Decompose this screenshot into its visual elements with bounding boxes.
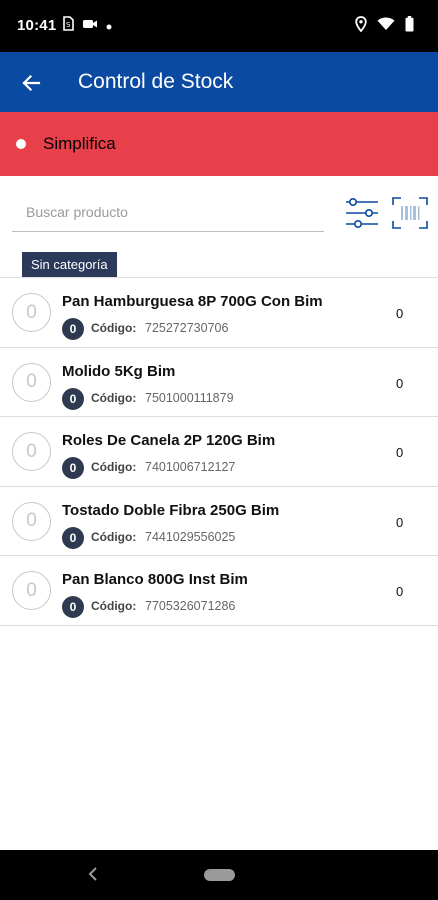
sliders-icon	[346, 197, 378, 228]
product-row[interactable]: 0 Pan Hamburguesa 8P 700G Con Bim 0 Códi…	[0, 278, 438, 348]
product-name: Tostado Doble Fibra 250G Bim	[62, 501, 280, 519]
code-badge: 0	[62, 318, 84, 340]
product-name: Roles De Canela 2P 120G Bim	[62, 432, 276, 450]
qty-circle[interactable]: 0	[12, 362, 51, 402]
code-badge: 0	[62, 387, 84, 410]
app-bar: Control de Stock	[0, 52, 438, 112]
wifi-icon	[377, 17, 395, 36]
arrow-back-icon	[22, 74, 41, 92]
qty-circle[interactable]: 0	[12, 432, 51, 472]
product-name: Pan Blanco 800G Inst Bim	[62, 571, 248, 589]
stock-value: 0	[396, 375, 404, 391]
barcode-scan-button[interactable]	[392, 196, 428, 230]
qty-circle[interactable]: 0	[12, 293, 51, 332]
battery-icon	[405, 16, 414, 37]
stock-value: 0	[396, 306, 404, 321]
code-value: 7401006712127	[145, 460, 236, 475]
company-name: Simplifica	[43, 134, 116, 153]
stock-value: 0	[396, 584, 404, 600]
category-chip[interactable]: Sin categoría	[22, 252, 117, 277]
svg-text:S: S	[66, 21, 71, 29]
back-button[interactable]	[14, 66, 48, 100]
location-icon	[355, 16, 367, 37]
status-bar: 10:41 S	[0, 0, 438, 52]
stock-value: 0	[396, 445, 404, 461]
code-label: Código:	[91, 460, 137, 475]
status-left-icons: S	[62, 16, 112, 34]
product-row[interactable]: 0 Tostado Doble Fibra 250G Bim 0 Código:…	[0, 487, 438, 557]
code-value: 7705326071286	[145, 599, 236, 614]
barcode-scan-icon	[392, 197, 428, 229]
qty-circle[interactable]: 0	[12, 501, 51, 541]
product-name: Pan Hamburguesa 8P 700G Con Bim	[62, 293, 323, 310]
page-title: Control de Stock	[78, 70, 234, 93]
product-name: Molido 5Kg Bim	[62, 362, 176, 380]
system-nav-bar	[0, 850, 438, 900]
sim-icon: S	[62, 16, 74, 34]
search-field	[12, 194, 324, 232]
code-label: Código:	[91, 390, 137, 405]
code-label: Código:	[91, 529, 137, 544]
code-label: Código:	[91, 599, 137, 614]
code-value: 725272730706	[145, 321, 229, 335]
code-label: Código:	[91, 321, 137, 335]
product-list: 0 Pan Hamburguesa 8P 700G Con Bim 0 Códi…	[0, 278, 438, 626]
code-badge: 0	[62, 596, 84, 619]
code-value: 7441029556025	[145, 529, 236, 544]
stock-value: 0	[396, 514, 404, 530]
product-row[interactable]: 0 Pan Blanco 800G Inst Bim 0 Código: 770…	[0, 556, 438, 626]
code-badge: 0	[62, 457, 84, 480]
product-row[interactable]: 0 Roles De Canela 2P 120G Bim 0 Código: …	[0, 417, 438, 487]
company-dot-icon	[16, 139, 26, 149]
notification-dot-icon	[106, 17, 112, 33]
code-value: 7501000111879	[145, 390, 234, 405]
search-input[interactable]	[12, 194, 324, 230]
product-row[interactable]: 0 Molido 5Kg Bim 0 Código: 7501000111879…	[0, 348, 438, 418]
filter-button[interactable]	[344, 196, 380, 230]
code-badge: 0	[62, 526, 84, 549]
status-right-icons	[355, 16, 414, 37]
nav-home-pill[interactable]	[204, 869, 235, 881]
qty-circle[interactable]: 0	[12, 571, 51, 611]
video-icon	[82, 17, 98, 33]
nav-back-icon[interactable]	[88, 866, 98, 887]
status-time: 10:41	[17, 17, 57, 34]
